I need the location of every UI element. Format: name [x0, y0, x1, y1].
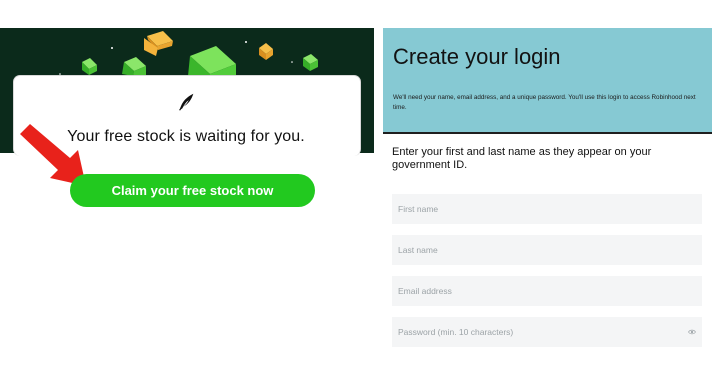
password-placeholder: Password (min. 10 characters) [398, 327, 514, 337]
last-name-input[interactable]: Last name [392, 235, 702, 265]
cube-icon [303, 54, 318, 71]
cube-icon [122, 57, 146, 76]
name-instruction: Enter your first and last name as they a… [392, 146, 652, 171]
feather-logo-icon [179, 93, 194, 111]
cube-icon [82, 58, 97, 75]
signup-banner: Create your login We'll need your name, … [383, 28, 712, 134]
signup-description: We'll need your name, email address, and… [393, 94, 696, 111]
cube-icon [144, 31, 173, 56]
first-name-input[interactable]: First name [392, 194, 702, 224]
email-input[interactable]: Email address [392, 276, 702, 306]
claim-free-stock-button[interactable]: Claim your free stock now [70, 174, 315, 207]
last-name-placeholder: Last name [398, 245, 438, 255]
first-name-placeholder: First name [398, 204, 439, 214]
cube-icon [188, 46, 236, 76]
email-placeholder: Email address [398, 286, 452, 296]
page-title: Create your login [393, 44, 561, 69]
cube-icon [259, 43, 273, 60]
password-input[interactable]: Password (min. 10 characters) [392, 317, 702, 347]
eye-icon[interactable] [688, 328, 696, 336]
